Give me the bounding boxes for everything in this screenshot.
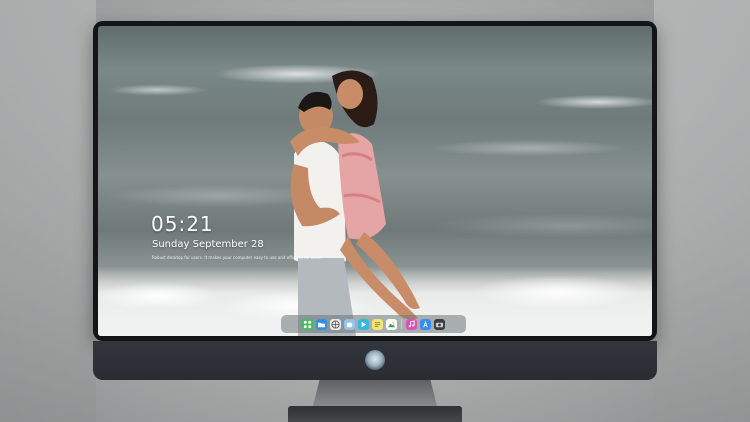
video-icon[interactable] [358, 318, 369, 330]
dock-separator [401, 319, 402, 329]
store-icon[interactable] [344, 318, 355, 330]
app-store-icon[interactable] [420, 318, 431, 330]
lock-screen-date: Sunday September 28 [152, 239, 264, 250]
browser-icon[interactable] [330, 318, 341, 330]
background-left [0, 0, 96, 422]
file-manager-icon[interactable] [316, 318, 327, 330]
lock-screen-hint: Robust desktop for users. It makes your … [152, 255, 322, 260]
background-right [654, 0, 750, 422]
dock [281, 315, 466, 333]
launcher-icon[interactable] [302, 318, 313, 330]
couple-photo [290, 70, 420, 336]
camera-icon[interactable] [434, 318, 445, 330]
screen-wallpaper: 05:21 Sunday September 28 Robust desktop… [98, 26, 652, 336]
notes-icon[interactable] [372, 318, 383, 330]
photos-icon[interactable] [386, 318, 397, 330]
lock-screen-time: 05:21 [151, 212, 214, 236]
brand-logo-icon [365, 350, 385, 370]
music-icon[interactable] [406, 318, 417, 330]
monitor-stand-base [288, 406, 462, 422]
